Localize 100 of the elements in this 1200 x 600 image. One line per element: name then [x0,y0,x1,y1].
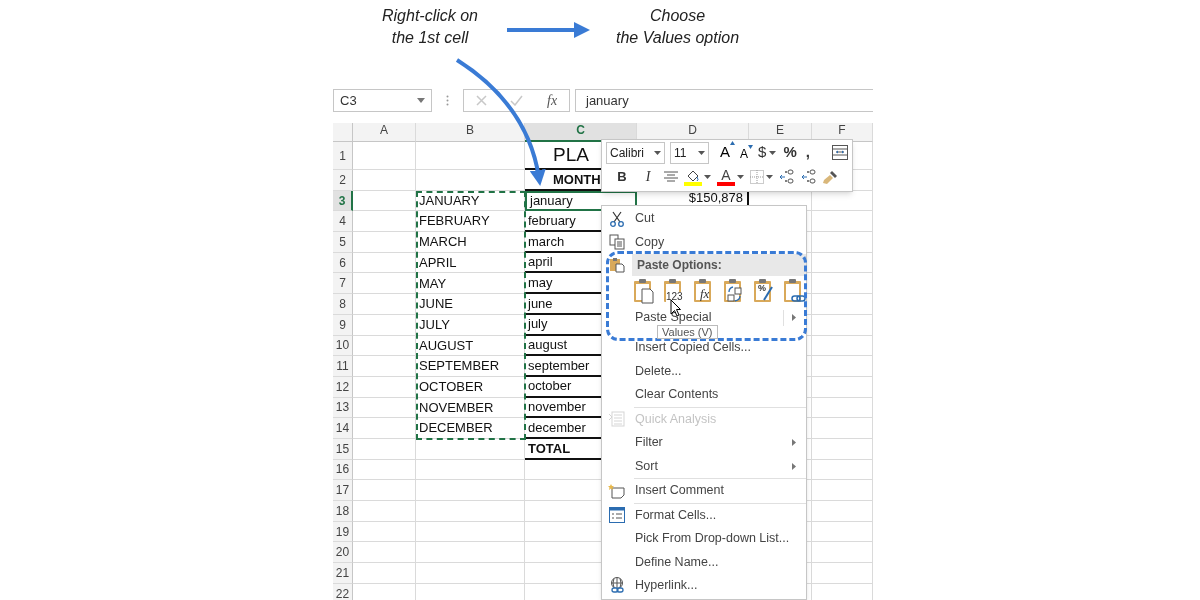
menu-item[interactable]: Insert Comment [632,479,806,503]
row-header[interactable]: 4 [333,211,353,233]
table-cell: DECEMBER [416,418,525,439]
column-header[interactable]: A [353,123,416,142]
row-header[interactable]: 6 [333,252,353,274]
submenu-arrow-icon [792,462,796,470]
table-cell: JUNE [416,294,525,315]
decrease-decimal-icon[interactable] [801,168,817,185]
row-header[interactable]: 14 [333,418,353,439]
table-cell [353,294,416,315]
row-header[interactable]: 18 [333,501,353,522]
tooltip: Values (V) [657,325,718,339]
percent-button[interactable]: % [781,141,799,164]
table-cell: OCTOBER [416,376,525,398]
paste-icon [609,257,625,273]
table-cell [353,521,416,543]
grip-icon [446,95,449,106]
menu-item[interactable]: Format Cells... [632,503,806,527]
copy-icon [609,234,625,251]
menu-item[interactable]: Define Name... [632,550,806,574]
formula-input[interactable]: january [575,89,873,112]
paste-option-button[interactable] [632,278,656,304]
dropdown-caret-icon[interactable] [766,174,773,179]
quick-analysis-icon [609,411,625,428]
table-cell [353,397,416,419]
dropdown-caret-icon[interactable] [769,150,777,155]
shrink-font-button[interactable]: A [740,145,754,163]
table-cell [353,335,416,357]
table-cell [353,542,416,564]
table-cell: AUGUST [416,335,525,357]
globe-link-icon [608,577,626,595]
comment-icon [608,482,626,499]
dropdown-caret-icon[interactable] [698,150,705,155]
table-cell: NOVEMBER [416,397,525,419]
table-cell [353,356,416,377]
submenu-arrow-icon [792,439,796,447]
row-header[interactable]: 1 [333,142,353,170]
dropdown-caret-icon[interactable] [704,174,711,179]
column-header[interactable]: B [416,123,525,142]
paste-option-button[interactable] [782,278,806,304]
row-header[interactable]: 15 [333,438,353,460]
insert-function-button[interactable]: fx [547,90,558,111]
font-color-button[interactable]: A [717,167,735,186]
table-cell: SEPTEMBER [416,356,525,377]
table-cell: FEBRUARY [416,211,525,233]
increase-decimal-icon[interactable] [779,168,795,185]
font-dropdown[interactable]: Calibri [606,141,665,164]
table-cell: JANUARY [416,190,525,212]
menu-item[interactable]: Hyperlink... [632,574,806,598]
table-cell [353,252,416,274]
grow-font-button[interactable]: A [720,141,735,164]
dropdown-caret-icon [417,98,425,103]
annotation-text: Choose the Values option [614,6,741,48]
italic-button[interactable]: I [638,166,658,187]
table-cell [353,459,416,481]
table-cell [353,273,416,295]
table-cell: JULY [416,314,525,336]
table-cell [353,211,416,233]
dropdown-caret-icon[interactable] [654,150,661,155]
table-cell [353,418,416,439]
row-header[interactable]: 3 [333,190,353,212]
check-icon[interactable] [510,95,524,106]
dropdown-caret-icon[interactable] [737,174,744,179]
column-header[interactable]: C [525,123,637,142]
row-header[interactable]: 21 [333,563,353,584]
table-cell [353,232,416,253]
row-header[interactable]: 19 [333,521,353,543]
table-cell [353,501,416,522]
table-cell: MARCH [416,232,525,253]
row-header[interactable]: 5 [333,232,353,253]
row-header[interactable]: 10 [333,335,353,357]
table-cell [353,314,416,336]
row-header[interactable]: 2 [333,170,353,191]
table-cell [353,190,416,212]
row-header[interactable]: 16 [333,459,353,481]
row-header[interactable]: 13 [333,397,353,419]
submenu-arrow-icon [792,314,796,322]
size-dropdown[interactable]: 11 [670,141,709,164]
table-cell [353,563,416,584]
wrap-text-icon[interactable] [832,145,848,160]
scissors-icon [609,210,625,227]
comma-button[interactable]: , [803,141,812,164]
name-box[interactable]: C3 [333,89,432,112]
table-cell [353,438,416,460]
format-painter-icon[interactable] [823,168,839,185]
table-cell: MAY [416,273,525,295]
menu-section-header: Paste Options: [632,254,806,276]
table-cell: APRIL [416,252,525,274]
row-header[interactable]: 12 [333,376,353,398]
row-header[interactable]: 17 [333,480,353,501]
row-header[interactable]: 9 [333,314,353,336]
table-cell [353,480,416,501]
format-cells-icon [609,507,625,524]
up-triangle-icon [730,141,735,146]
currency-button[interactable]: $ [758,141,777,164]
row-header[interactable]: 20 [333,542,353,564]
row-header[interactable]: 7 [333,273,353,295]
row-header[interactable]: 8 [333,294,353,315]
menu-item[interactable]: Pick From Drop-down List... [632,527,806,551]
row-header[interactable]: 11 [333,356,353,377]
